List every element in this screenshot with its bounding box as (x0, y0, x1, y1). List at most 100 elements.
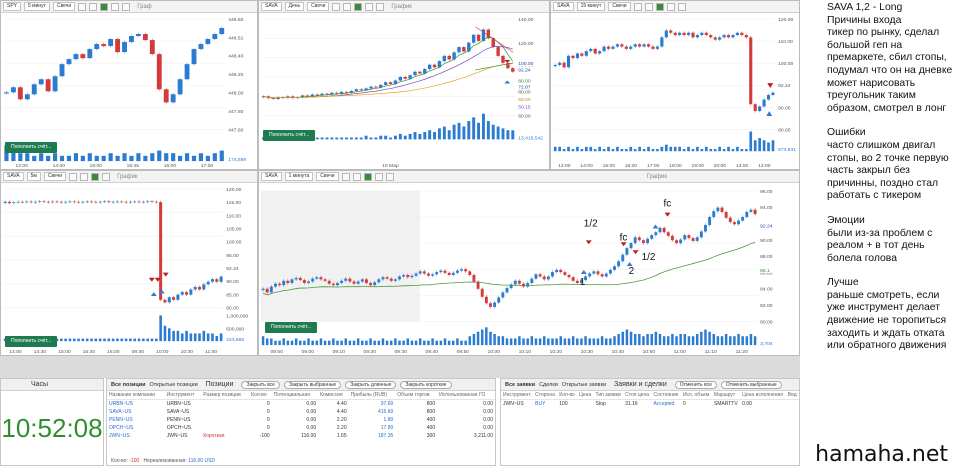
column-header[interactable]: Комиссия (318, 391, 349, 400)
chart-body[interactable]: 448.60 448.51 448.40 448.20 448.00 447.80 447.… (1, 13, 257, 169)
moving-average-line (263, 45, 513, 99)
timeframe-select[interactable]: 5м (26, 172, 41, 181)
position-row[interactable]: URBN~US URBN~US 0 0.00 4.40 97.60 800 0.00 (107, 400, 495, 409)
settings-icon[interactable] (122, 2, 131, 11)
column-header[interactable]: Кол-во (557, 391, 578, 400)
column-header[interactable]: Исп. объем (680, 391, 712, 400)
column-header[interactable]: Использованная ГО (437, 391, 495, 400)
settings-icon[interactable] (677, 2, 686, 11)
chart-body[interactable]: 120.00 110.00 100.00 92.24 90.00 80.00 673,831… (551, 13, 799, 169)
column-header[interactable]: Цена (577, 391, 594, 400)
close-short-button[interactable]: Закрыть короткие (400, 380, 452, 389)
zoom-icon[interactable] (80, 172, 89, 181)
drawing-icon[interactable] (374, 172, 383, 181)
symbol-select[interactable]: SAVA (261, 172, 282, 181)
topup-button[interactable]: Пополнить счёт... (265, 322, 318, 333)
drawing-icon[interactable] (102, 172, 111, 181)
cancel-all-button[interactable]: Отменить все (674, 380, 717, 389)
column-header[interactable]: Название компании (107, 391, 165, 400)
column-header[interactable]: Вед (785, 391, 799, 400)
chart-type-select[interactable]: Свечи (608, 2, 631, 11)
timeframe-select[interactable]: 5 минут (24, 2, 50, 11)
candle (271, 98, 275, 99)
chart-pane-sava-1[interactable]: SAVA 1 минута Свечи График 96.00 94.00 92.… (258, 170, 800, 356)
column-header[interactable]: Стоп цена (623, 391, 652, 400)
crosshair-icon[interactable] (633, 2, 642, 11)
tab-open-orders[interactable]: Открытые заявки (562, 382, 606, 388)
chart-pane-sava-5[interactable]: SAVA 5м Свечи График 120.00 115.00 110.00 1… (0, 170, 258, 356)
tab-all-positions[interactable]: Все позиции (111, 382, 146, 388)
zoom-icon[interactable] (352, 172, 361, 181)
indicator-icon[interactable] (100, 2, 109, 11)
settings-icon[interactable] (385, 172, 394, 181)
timeframe-select[interactable]: День (284, 2, 305, 11)
close-long-button[interactable]: Закрыть длинные (345, 380, 397, 389)
chart-body[interactable]: 96.0094.0092.0090.0088.0086.0084.0082.00… (259, 183, 799, 355)
crosshair-icon[interactable] (332, 2, 341, 11)
volume-bar (39, 153, 44, 162)
timeframe-select[interactable]: 1 минута (284, 172, 314, 181)
chart-type-select[interactable]: Свечи (52, 2, 76, 11)
chart-type-select[interactable]: Свечи (316, 172, 339, 181)
column-header[interactable]: Инструмент (164, 391, 202, 400)
column-header[interactable]: Цена исполнения (740, 391, 786, 400)
column-header[interactable]: Потенциальная (271, 391, 319, 400)
indicator-icon[interactable] (655, 2, 664, 11)
column-header[interactable]: Инструмент (501, 391, 534, 400)
symbol-select[interactable]: SAVA (3, 172, 24, 181)
timeframe-select[interactable]: 15 минут (576, 2, 606, 11)
position-row[interactable]: JWN~US JWN~US Короткая -100 116.00 1.65 187.35… (107, 432, 495, 440)
tab-trades[interactable]: Сделки (539, 382, 558, 388)
topup-button[interactable]: Пополнить счёт... (5, 336, 58, 347)
crosshair-icon[interactable] (341, 172, 350, 181)
column-header[interactable]: Объем торгов (395, 391, 438, 400)
column-header[interactable]: Кол-во (249, 391, 272, 400)
column-header[interactable]: Сторона (533, 391, 558, 400)
price-chart-sava-5[interactable]: 120.00 115.00 110.00 105.00 100.00 95.00 92.24… (1, 183, 257, 355)
crosshair-icon[interactable] (78, 2, 87, 11)
indicator-icon[interactable] (354, 2, 363, 11)
chart-type-select[interactable]: Свечи (43, 172, 67, 181)
volume-bar (427, 340, 430, 346)
column-header[interactable]: Прибыль (RUB) (348, 391, 396, 400)
chart-type-select[interactable]: Свечи (307, 2, 330, 11)
topup-button[interactable]: Пополнить счёт... (5, 142, 58, 153)
column-header[interactable]: Размер позиции (201, 391, 250, 400)
settings-icon[interactable] (376, 2, 385, 11)
indicator-icon[interactable] (91, 172, 100, 181)
volume-bar (580, 149, 584, 152)
price-chart-sava-1[interactable]: 96.0094.0092.0090.0088.0086.0084.0082.00… (259, 183, 799, 355)
price-chart-sava-day[interactable]: 140.00 120.00 100.00 80.00 60.00 13,416,542 10… (259, 13, 549, 169)
drawing-icon[interactable] (111, 2, 120, 11)
chart-pane-spy[interactable]: SPY 5 минут Свечи Граф 448.60 448.51 448.4… (0, 0, 258, 170)
zoom-icon[interactable] (89, 2, 98, 11)
indicator-icon[interactable] (363, 172, 372, 181)
column-header[interactable]: Состояние (651, 391, 681, 400)
tab-open-positions[interactable]: Открытые позиции (150, 382, 198, 388)
column-header[interactable]: Маршрут (711, 391, 741, 400)
zoom-icon[interactable] (644, 2, 653, 11)
position-row[interactable]: OPCH~US OPCH~US 0 0.00 2.20 17.80 400 0.00 (107, 424, 495, 432)
topup-button[interactable]: Пополнить счёт... (263, 130, 316, 141)
chart-body[interactable]: 120.00 115.00 110.00 105.00 100.00 95.00 92.24… (1, 183, 257, 355)
symbol-select[interactable]: SAVA (261, 2, 282, 11)
zoom-icon[interactable] (343, 2, 352, 11)
column-header[interactable]: Тип заявки (593, 391, 624, 400)
position-row[interactable]: PENN~US PENN~US 0 0.00 2.20 1.80 400 0.00 (107, 416, 495, 424)
chart-pane-sava-15[interactable]: SAVA 15 минут Свечи 120.00 110.00 100.00 92… (550, 0, 800, 170)
close-selected-button[interactable]: Закрыть выбранные (283, 380, 342, 389)
cancel-selected-button[interactable]: Отменить выбранные (720, 380, 782, 389)
symbol-select[interactable]: SPY (3, 2, 22, 11)
order-row[interactable]: JWN~US BUY 100 Stop 31.16 Accepted 0 SMARTTV 0.0… (501, 400, 799, 409)
chart-body[interactable]: 140.00 120.00 100.00 80.00 60.00 13,416,542 10… (259, 13, 549, 169)
tab-all-orders[interactable]: Все заявки (505, 382, 535, 388)
drawing-icon[interactable] (365, 2, 374, 11)
symbol-select[interactable]: SAVA (553, 2, 574, 11)
chart-pane-sava-day[interactable]: SAVA День Свечи График 140.00 120.00 100.0… (258, 0, 550, 170)
close-all-button[interactable]: Закрыть все (241, 380, 280, 389)
timeline-scroll-strip[interactable] (0, 356, 800, 378)
crosshair-icon[interactable] (69, 172, 78, 181)
position-row[interactable]: SAVA~US SAVA~US 0 0.00 4.40 415.60 800 0.00 (107, 408, 495, 416)
drawing-icon[interactable] (666, 2, 675, 11)
price-chart-sava-15[interactable]: 120.00 110.00 100.00 92.24 90.00 80.00 673,831… (551, 13, 799, 169)
